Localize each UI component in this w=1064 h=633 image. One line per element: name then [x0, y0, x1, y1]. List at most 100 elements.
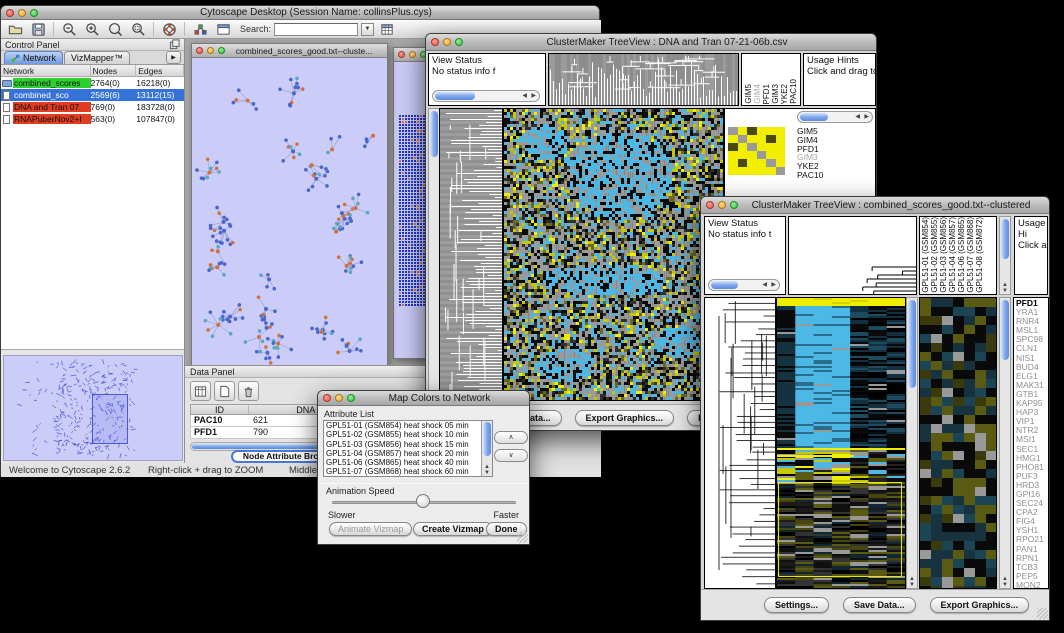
zoom-window-icon[interactable] [30, 9, 38, 17]
open-session-button[interactable] [5, 21, 25, 38]
minimize-icon[interactable] [443, 38, 451, 46]
scroll-right-icon[interactable]: ▶ [771, 281, 776, 288]
col-edges[interactable]: Edges [136, 65, 184, 76]
minimize-icon[interactable] [409, 51, 416, 58]
network-list-row[interactable]: RNAPuberNov2+I 563(0) 107847(0) [1, 113, 184, 125]
network-frame-1-titlebar[interactable]: combined_scores_good.txt--cluste... [192, 44, 387, 58]
labels-vscrollbar[interactable]: ▲▼ [999, 216, 1011, 295]
delete-attribute-button[interactable] [238, 381, 259, 401]
zoom-in-icon [85, 22, 100, 37]
treeview1-action-button[interactable]: Export Graphics... [575, 410, 675, 426]
minimize-icon[interactable] [18, 9, 26, 17]
plugins-button[interactable] [190, 21, 210, 38]
zoom-selected-button[interactable] [128, 21, 148, 38]
close-icon[interactable] [6, 9, 14, 17]
scroll-right-icon[interactable]: ▶ [864, 113, 869, 120]
matrix-cell [757, 159, 767, 167]
treeview2-action-button[interactable]: Settings... [764, 597, 829, 613]
tab-overflow-button[interactable]: ▶ [166, 51, 181, 64]
attribute-item[interactable]: GPL51-03 (GSM856) heat shock 15 min [324, 440, 481, 449]
gene-name[interactable]: PAC10 [797, 171, 823, 180]
scroll-arrows[interactable]: ▲▼ [1000, 282, 1010, 294]
zoom-window-icon[interactable] [730, 201, 738, 209]
new-attribute-button[interactable] [214, 381, 235, 401]
select-attributes-button[interactable] [190, 381, 211, 401]
row-dendrogram[interactable] [705, 298, 775, 588]
heatmap-vscrollbar[interactable]: ▲▼ [906, 297, 918, 589]
network-list-row[interactable]: combined_scores 2764(0) 16218(0) [1, 77, 184, 89]
close-icon[interactable] [323, 394, 331, 402]
attribute-item[interactable]: GPL51-06 (GSM865) heat shock 40 min [324, 458, 481, 467]
network-overview-panel[interactable] [3, 355, 183, 461]
col-nodes[interactable]: Nodes [91, 65, 137, 76]
overview-viewport-rect[interactable] [92, 394, 128, 444]
zoom-out-button[interactable] [59, 21, 79, 38]
zoom-window-icon[interactable] [347, 394, 355, 402]
tab-network[interactable]: Network [4, 51, 63, 64]
resize-grip[interactable] [1037, 608, 1048, 619]
slower-label: Slower [328, 510, 356, 520]
gene-name[interactable]: MON2 [1016, 581, 1048, 589]
attribute-item[interactable]: GPL51-02 (GSM855) heat shock 10 min [324, 430, 481, 439]
new-window-button[interactable] [213, 21, 233, 38]
tab-vizmapper[interactable]: VizMapper™ [64, 51, 130, 64]
scroll-left-icon[interactable]: ◀ [762, 281, 767, 288]
close-icon[interactable] [398, 51, 405, 58]
float-panel-icon[interactable] [169, 39, 180, 50]
search-input[interactable] [274, 23, 358, 36]
resize-grip[interactable] [517, 532, 528, 543]
scroll-arrows[interactable]: ▲▼ [482, 464, 492, 476]
heatmap-canvas[interactable] [504, 109, 723, 400]
scroll-left-icon[interactable]: ◀ [522, 92, 527, 99]
attribute-down-button[interactable]: ∨ [494, 449, 528, 462]
scroll-right-icon[interactable]: ▶ [531, 92, 536, 99]
minimize-icon[interactable] [207, 47, 214, 54]
column-dendrogram[interactable] [549, 54, 738, 105]
matrix-cell [747, 143, 757, 151]
summary-hscrollbar[interactable]: ◀▶ [797, 111, 873, 123]
treeview2-titlebar[interactable]: ClusterMaker TreeView : combined_scores_… [701, 197, 1049, 214]
zoom-in-button[interactable] [82, 21, 102, 38]
dialog-titlebar[interactable]: Map Colors to Network [318, 391, 529, 406]
zoom-window-icon[interactable] [455, 38, 463, 46]
scroll-arrows[interactable]: ▲▼ [1000, 576, 1010, 588]
minimize-icon[interactable] [335, 394, 343, 402]
network-list-row[interactable]: combined_sco 2569(6) 13112(15) [1, 89, 184, 101]
network-view-canvas[interactable] [192, 58, 387, 367]
zoom-fit-button[interactable] [105, 21, 125, 38]
treeview2-action-button[interactable]: Export Graphics... [930, 597, 1030, 613]
gene-list-vscrollbar[interactable]: ▲▼ [999, 297, 1011, 589]
zoom-window-icon[interactable] [218, 47, 225, 54]
scroll-left-icon[interactable]: ◀ [855, 113, 860, 120]
search-dropdown-button[interactable]: ▼ [361, 23, 374, 36]
matrix-cell [738, 127, 748, 135]
column-dendrogram[interactable] [789, 217, 916, 294]
treeview1-titlebar[interactable]: ClusterMaker TreeView : DNA and Tran 07-… [426, 34, 876, 51]
close-icon[interactable] [706, 201, 714, 209]
id-column-header[interactable]: ID [191, 405, 249, 414]
attribute-up-button[interactable]: ∧ [494, 431, 528, 444]
attribute-item[interactable]: GPL51-01 (GSM854) heat shock 05 min [324, 421, 481, 430]
help-button[interactable] [159, 21, 179, 38]
network-graph[interactable] [192, 58, 387, 367]
minimize-icon[interactable] [718, 201, 726, 209]
view-status-hscrollbar[interactable]: ◀▶ [432, 90, 540, 102]
attribute-item[interactable]: GPL51-04 (GSM857) heat shock 20 min [324, 449, 481, 458]
close-icon[interactable] [196, 47, 203, 54]
network-list-row[interactable]: DNA and Tran 07 769(0) 183728(0) [1, 101, 184, 113]
attribute-browser-button[interactable] [377, 21, 397, 38]
create-vizmap-button[interactable]: Create Vizmap [413, 522, 493, 536]
close-icon[interactable] [431, 38, 439, 46]
view-status-hscrollbar[interactable]: ◀▶ [708, 279, 780, 291]
col-network[interactable]: Network [1, 65, 91, 76]
speed-slider-thumb[interactable] [416, 494, 430, 508]
row-dendrogram[interactable] [440, 109, 502, 400]
treeview2-action-button[interactable]: Save Data... [843, 597, 916, 613]
scroll-arrows[interactable]: ▲▼ [907, 576, 917, 588]
cytoscape-titlebar[interactable]: Cytoscape Desktop (Session Name: collins… [1, 6, 599, 20]
animate-vizmap-button[interactable]: Animate Vizmap [329, 522, 412, 536]
attribute-list-scrollbar[interactable]: ▲▼ [481, 421, 492, 476]
attribute-item[interactable]: GPL51-07 (GSM868) heat shock 60 min [324, 467, 481, 476]
save-icon [31, 22, 46, 37]
save-session-button[interactable] [28, 21, 48, 38]
